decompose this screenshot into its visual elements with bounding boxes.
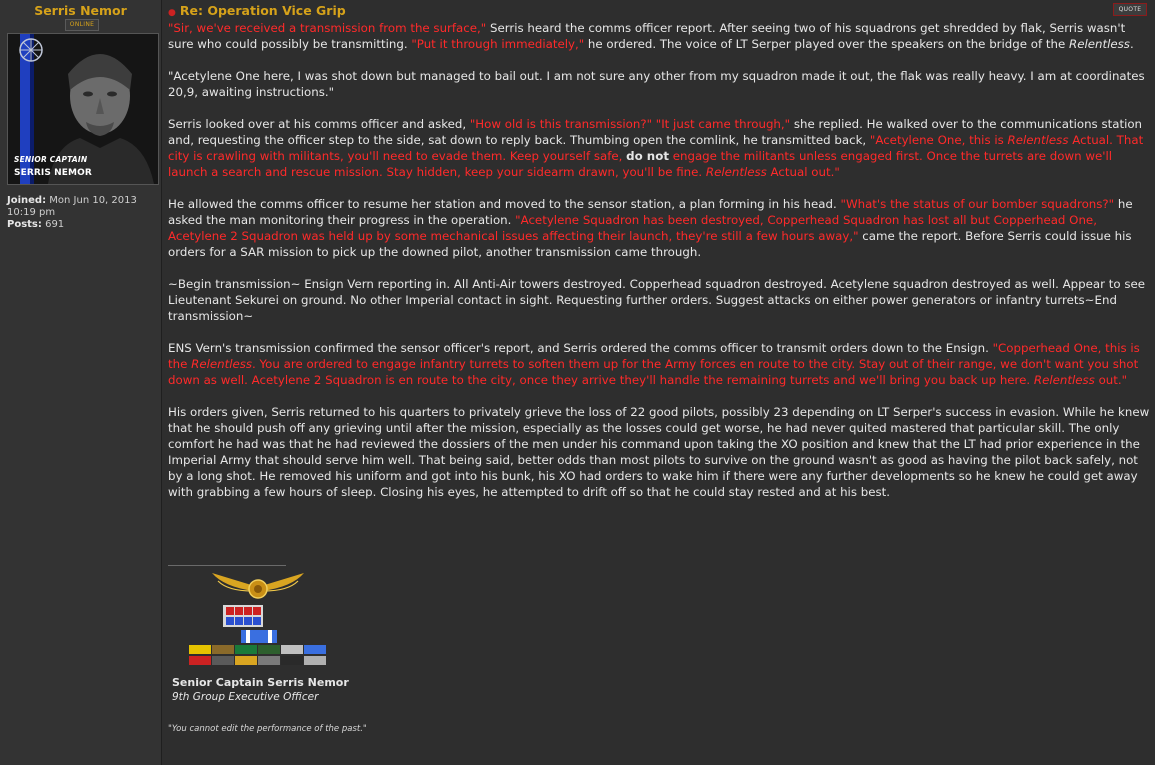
post-icon: ● (168, 8, 176, 18)
paragraph: His orders given, Serris returned to his… (168, 405, 1150, 499)
avatar[interactable]: SENIOR CAPTAIN SERRIS NEMOR (7, 33, 159, 185)
paragraph: ENS Vern's transmission confirmed the se… (168, 340, 1153, 388)
quote-button[interactable]: QUOTE (1113, 3, 1147, 16)
text: ENS Vern's transmission confirmed the se… (168, 341, 993, 355)
emphasis: do not (626, 149, 669, 163)
posts-label: Posts: (7, 219, 42, 230)
ship-name: Relentless (1007, 133, 1069, 147)
posts-value: 691 (45, 219, 65, 230)
dialogue: "What's the status of our bomber squadro… (840, 197, 1115, 211)
post-title[interactable]: ● Re: Operation Vice Grip (168, 3, 346, 18)
pilot-wings-icon (212, 573, 304, 599)
paragraph: ~Begin transmission~ Ensign Vern reporti… (168, 277, 1145, 323)
signature-name: Senior Captain Serris Nemor (172, 676, 349, 689)
username-link[interactable]: Serris Nemor (0, 3, 161, 18)
signature-position: 9th Group Executive Officer (172, 691, 319, 703)
forum-post: Serris Nemor ONLINE SENIOR CAPTAIN SERRI… (0, 0, 1155, 765)
post-title-text: Re: Operation Vice Grip (179, 3, 346, 18)
text: Serris looked over at his comms officer … (168, 117, 470, 131)
signature-divider (168, 565, 286, 566)
joined-label: Joined: (7, 195, 47, 206)
ship-name: Relentless (1069, 37, 1130, 51)
avatar-rank-label: SENIOR CAPTAIN (14, 155, 88, 164)
dialogue: Actual out." (766, 165, 840, 179)
ribbon-rack-icon (189, 605, 326, 665)
dialogue: "Sir, we've received a transmission from… (168, 21, 487, 35)
post-content: "Sir, we've received a transmission from… (168, 20, 1153, 516)
dialogue: "Put it through immediately," (411, 37, 585, 51)
dialogue: . You are ordered to engage infantry tur… (168, 357, 1139, 387)
paragraph: "Acetylene One here, I was shot down but… (168, 69, 1145, 99)
paragraph: He allowed the comms officer to resume h… (168, 196, 1153, 260)
post-body: ● Re: Operation Vice Grip QUOTE "Sir, we'… (162, 0, 1155, 765)
ship-name: Relentless (1033, 373, 1095, 387)
text: He allowed the comms officer to resume h… (168, 197, 841, 211)
avatar-name-label: SERRIS NEMOR (14, 168, 92, 178)
ship-name: Relentless (705, 165, 767, 179)
text: . (1129, 37, 1134, 51)
paragraph: "Sir, we've received a transmission from… (168, 20, 1153, 52)
profile-column: Serris Nemor ONLINE SENIOR CAPTAIN SERRI… (0, 0, 162, 765)
online-badge: ONLINE (65, 19, 99, 31)
paragraph: Serris looked over at his comms officer … (168, 116, 1153, 180)
signature-quote: "You cannot edit the performance of the … (168, 724, 367, 734)
profile-stats: Joined: Mon Jun 10, 2013 10:19 pm Posts:… (7, 195, 161, 231)
dialogue: "Acetylene One, this is (869, 133, 1008, 147)
dialogue: "How old is this transmission?" (469, 117, 653, 131)
text: he ordered. The voice of LT Serper playe… (584, 37, 1070, 51)
ship-name: Relentless (191, 357, 253, 371)
dialogue: out." (1094, 373, 1128, 387)
dialogue: "It just came through," (655, 117, 791, 131)
